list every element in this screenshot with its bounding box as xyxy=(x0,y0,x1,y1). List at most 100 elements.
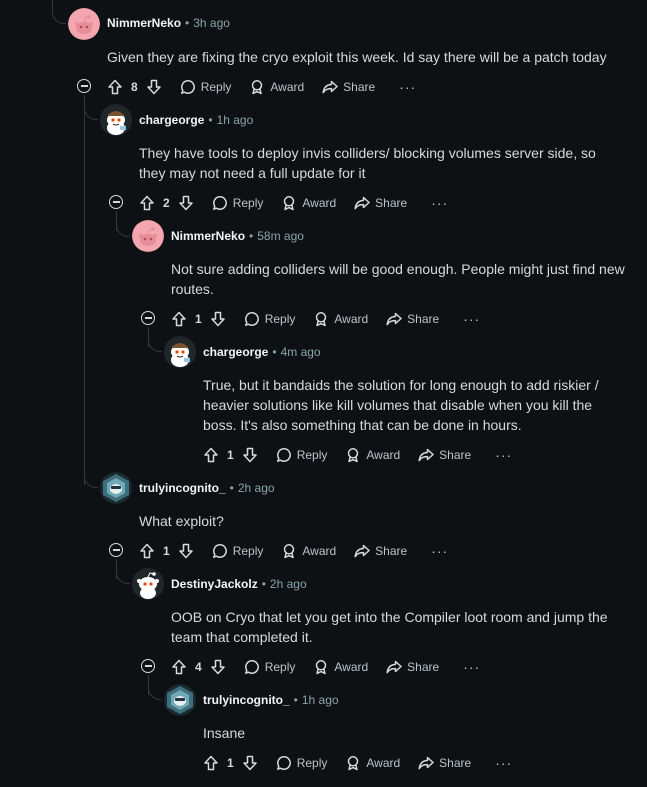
more-icon[interactable]: ··· xyxy=(431,544,448,558)
upvote-icon[interactable] xyxy=(107,79,123,95)
avatar[interactable] xyxy=(164,684,196,716)
downvote-icon[interactable] xyxy=(146,79,162,95)
share-button[interactable]: Share xyxy=(386,311,439,327)
thread-line[interactable] xyxy=(148,675,162,700)
downvote-icon[interactable] xyxy=(178,543,194,559)
award-icon xyxy=(313,659,329,675)
vote-count: 4 xyxy=(195,660,202,674)
author-link[interactable]: chargeorge xyxy=(203,345,268,359)
downvote-icon[interactable] xyxy=(210,659,226,675)
vote-group: 1 xyxy=(203,755,258,771)
collapse-icon[interactable] xyxy=(109,195,123,209)
avatar[interactable] xyxy=(68,8,100,40)
more-icon[interactable]: ··· xyxy=(463,660,480,674)
reply-button[interactable]: Reply xyxy=(276,755,327,771)
downvote-icon[interactable] xyxy=(178,195,194,211)
timestamp[interactable]: 1h ago xyxy=(302,693,339,707)
snoo-avatar-icon xyxy=(132,220,164,252)
author-link[interactable]: NimmerNeko xyxy=(107,16,181,30)
avatar[interactable] xyxy=(100,472,132,504)
author-link[interactable]: trulyincognito_ xyxy=(139,481,226,495)
timestamp[interactable]: 3h ago xyxy=(193,16,230,30)
comment-actions: 1 Reply Award Share ··· xyxy=(139,540,448,562)
reply-button[interactable]: Reply xyxy=(212,543,263,559)
share-button[interactable]: Share xyxy=(386,659,439,675)
vote-count: 8 xyxy=(131,80,138,94)
vote-count: 1 xyxy=(195,312,202,326)
timestamp[interactable]: 2h ago xyxy=(238,481,275,495)
more-icon[interactable]: ··· xyxy=(431,196,448,210)
reply-button[interactable]: Reply xyxy=(212,195,264,211)
vote-group: 1 xyxy=(139,543,194,559)
separator: • xyxy=(185,16,190,30)
share-button[interactable]: Share xyxy=(322,79,375,95)
reply-icon xyxy=(244,659,260,675)
award-label: Award xyxy=(334,660,369,674)
downvote-icon[interactable] xyxy=(210,311,226,327)
avatar[interactable] xyxy=(132,220,164,252)
avatar[interactable] xyxy=(100,104,132,136)
reply-button[interactable]: Reply xyxy=(276,447,327,463)
more-icon[interactable]: ··· xyxy=(463,312,480,326)
thread-line[interactable] xyxy=(116,559,130,584)
more-icon[interactable]: ··· xyxy=(399,80,416,94)
share-button[interactable]: Share xyxy=(418,755,471,771)
award-button[interactable]: Award xyxy=(281,195,336,211)
vote-count: 1 xyxy=(163,544,170,558)
timestamp[interactable]: 4m ago xyxy=(281,345,321,359)
comment-body: They have tools to deploy invis collider… xyxy=(139,145,596,181)
award-button[interactable]: Award xyxy=(249,79,304,95)
more-icon[interactable]: ··· xyxy=(495,448,512,462)
upvote-icon[interactable] xyxy=(171,311,187,327)
avatar[interactable] xyxy=(164,336,196,368)
share-button[interactable]: Share xyxy=(354,195,407,211)
reply-button[interactable]: Reply xyxy=(180,79,231,95)
thread-line[interactable] xyxy=(84,95,85,485)
share-button[interactable]: Share xyxy=(354,543,407,559)
thread-line[interactable] xyxy=(148,327,162,352)
author-link[interactable]: trulyincognito_ xyxy=(203,693,290,707)
award-button[interactable]: Award xyxy=(313,659,368,675)
award-label: Award xyxy=(302,544,337,558)
upvote-icon[interactable] xyxy=(171,659,187,675)
timestamp[interactable]: 58m ago xyxy=(257,229,304,243)
timestamp[interactable]: 2h ago xyxy=(270,577,307,591)
upvote-icon[interactable] xyxy=(139,543,155,559)
reply-icon xyxy=(180,79,196,95)
avatar[interactable] xyxy=(132,568,164,600)
collapse-icon[interactable] xyxy=(109,543,123,557)
more-icon[interactable]: ··· xyxy=(495,756,512,770)
upvote-icon[interactable] xyxy=(203,755,219,771)
collapse-icon[interactable] xyxy=(141,659,155,673)
thread-line[interactable] xyxy=(84,95,98,120)
reply-label: Reply xyxy=(232,196,264,210)
award-button[interactable]: Award xyxy=(345,447,400,463)
share-button[interactable]: Share xyxy=(418,447,471,463)
vote-group: 2 xyxy=(139,195,194,211)
reply-button[interactable]: Reply xyxy=(244,659,295,675)
thread-line[interactable] xyxy=(84,470,98,488)
comment-meta: chargeorge • 1h ago xyxy=(139,111,253,129)
reply-icon xyxy=(276,755,292,771)
thread-line[interactable] xyxy=(116,211,130,237)
downvote-icon[interactable] xyxy=(242,447,258,463)
upvote-icon[interactable] xyxy=(203,447,219,463)
award-button[interactable]: Award xyxy=(281,543,336,559)
thread-line[interactable] xyxy=(52,0,66,24)
upvote-icon[interactable] xyxy=(139,195,155,211)
award-icon xyxy=(249,79,265,95)
author-link[interactable]: DestinyJackolz xyxy=(171,577,258,591)
collapse-icon[interactable] xyxy=(77,79,91,93)
share-label: Share xyxy=(407,660,440,674)
comment-meta: NimmerNeko • 58m ago xyxy=(171,227,304,245)
author-link[interactable]: NimmerNeko xyxy=(171,229,245,243)
author-link[interactable]: chargeorge xyxy=(139,113,204,127)
award-button[interactable]: Award xyxy=(313,311,368,327)
timestamp[interactable]: 1h ago xyxy=(217,113,254,127)
award-button[interactable]: Award xyxy=(345,755,400,771)
reply-button[interactable]: Reply xyxy=(244,311,295,327)
collapse-icon[interactable] xyxy=(141,311,155,325)
separator: • xyxy=(261,577,266,591)
comment-meta: trulyincognito_ • 2h ago xyxy=(139,479,275,497)
downvote-icon[interactable] xyxy=(242,755,258,771)
